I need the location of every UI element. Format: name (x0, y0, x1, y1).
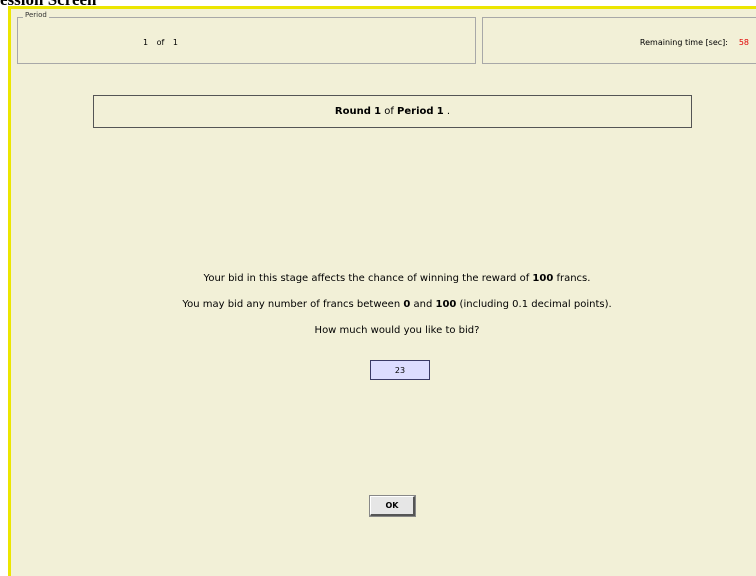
instruction-2-mid: and (410, 299, 436, 310)
instruction-line-1: Your bid in this stage affects the chanc… (11, 273, 756, 284)
period-counter: 1 of 1 (143, 38, 178, 47)
round-trailing: . (446, 106, 451, 117)
session-frame: Period 1 of 1 Remaining time [sec]: 58 R… (8, 6, 756, 576)
instruction-line-3: How much would you like to bid? (314, 325, 480, 336)
instruction-1-suffix: francs. (553, 273, 591, 284)
instruction-2-suffix: (including 0.1 decimal points). (456, 299, 612, 310)
remaining-time-label: Remaining time [sec]: (639, 38, 728, 47)
period-word: Period (397, 106, 434, 117)
period-current: 1 (143, 38, 149, 47)
round-of-word: of (384, 106, 394, 117)
period-panel: Period 1 of 1 (17, 11, 476, 64)
reward-amount: 100 (532, 273, 554, 284)
instruction-1-text: Your bid in this stage affects the chanc… (203, 273, 533, 284)
period-of-label: of (156, 38, 165, 47)
period-legend: Period (23, 11, 49, 19)
round-header: Round 1 of Period 1 . (93, 95, 692, 128)
instruction-line-2: You may bid any number of francs between… (11, 299, 756, 310)
period-number: 1 (436, 106, 444, 117)
bid-input[interactable] (370, 360, 430, 380)
round-word: Round (334, 106, 371, 117)
instruction-2-text: You may bid any number of francs between (182, 299, 404, 310)
ok-button[interactable]: OK (369, 495, 416, 517)
period-total: 1 (172, 38, 178, 47)
timer-panel: Remaining time [sec]: 58 (482, 17, 756, 64)
round-number: 1 (374, 106, 382, 117)
remaining-time-value: 58 (738, 38, 749, 47)
bid-max: 100 (435, 299, 457, 310)
